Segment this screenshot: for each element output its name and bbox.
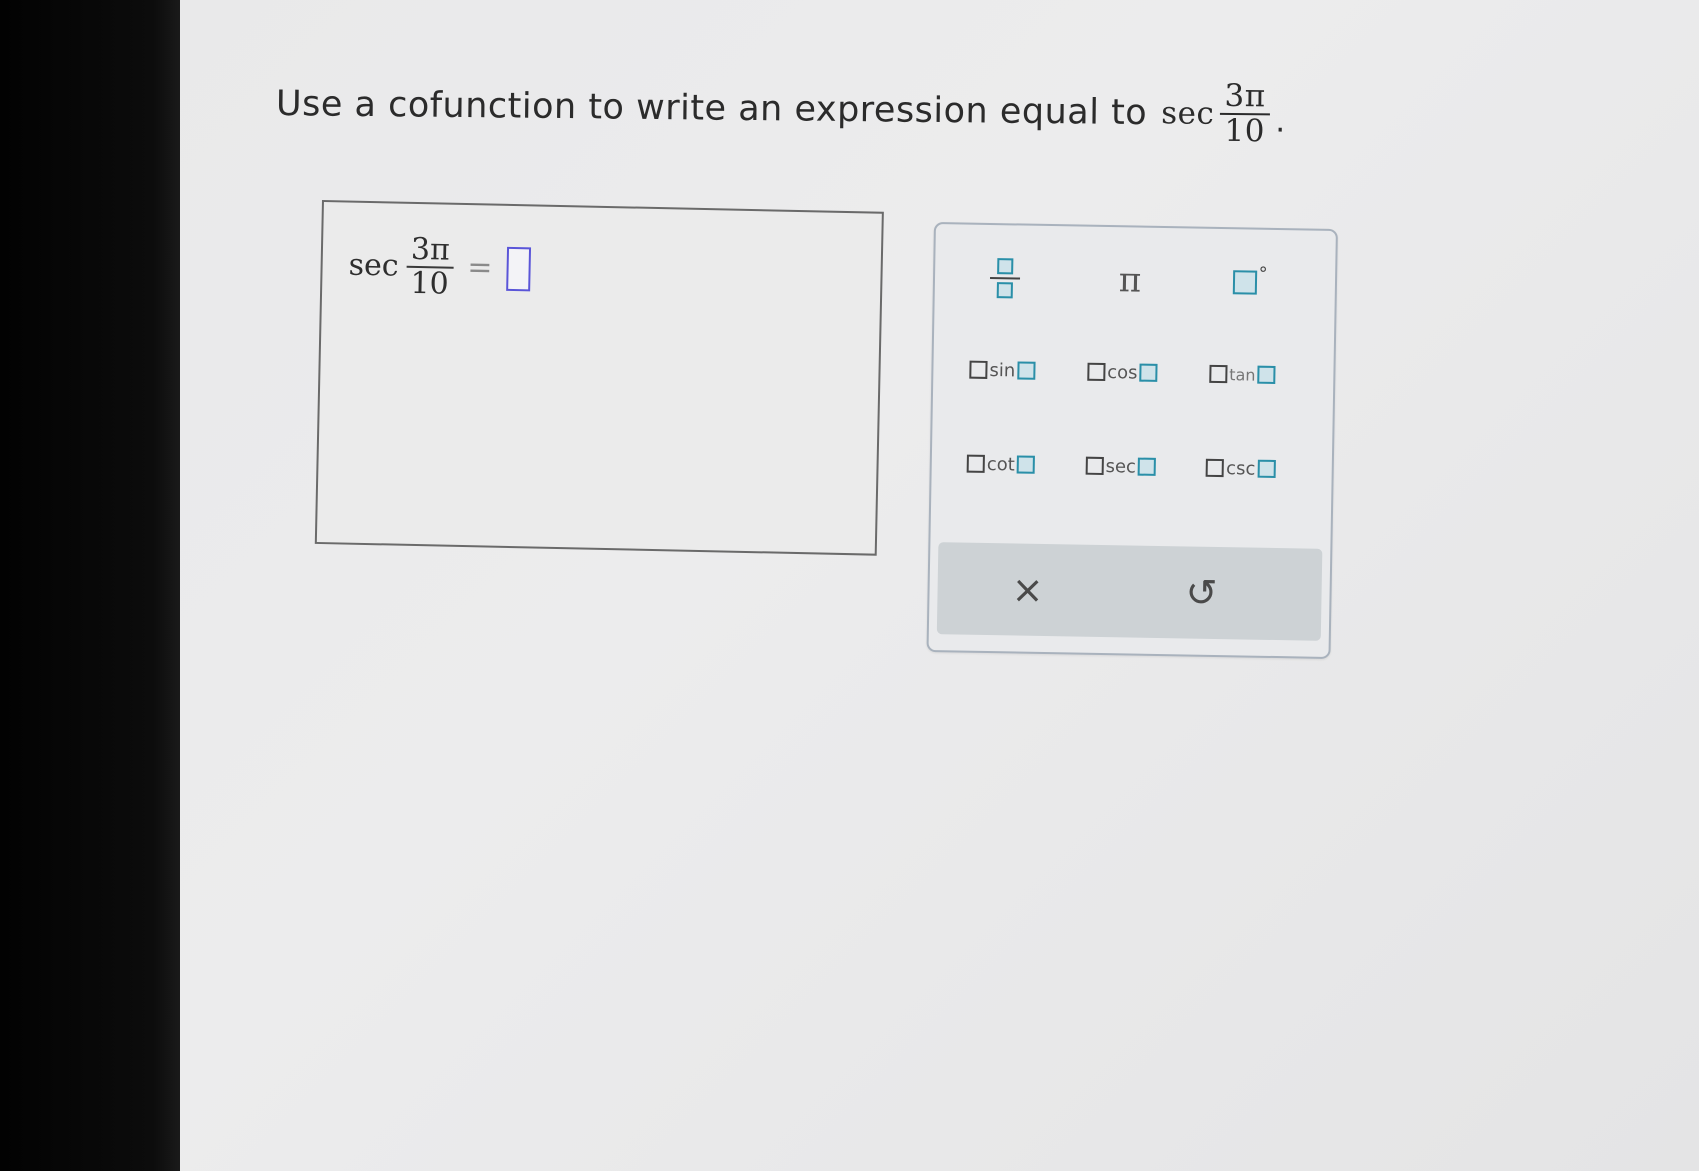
- undo-icon: ↺: [1185, 570, 1218, 616]
- exponent-slot-icon: [1017, 361, 1036, 380]
- undo-button[interactable]: ↺: [1151, 552, 1252, 634]
- answer-expression: sec 3π 10 =: [348, 231, 531, 302]
- fraction-button[interactable]: [964, 243, 1045, 314]
- cot-button[interactable]: cot: [945, 436, 1056, 492]
- question-fraction: 3π 10: [1220, 77, 1270, 149]
- pi-button[interactable]: π: [1084, 245, 1175, 317]
- cos-label: cos: [1107, 361, 1138, 384]
- tan-button[interactable]: tan: [1187, 346, 1298, 402]
- answer-box[interactable]: sec 3π 10 =: [314, 200, 884, 556]
- cot-label: cot: [986, 453, 1015, 475]
- answer-input[interactable]: [506, 246, 531, 291]
- sec-label: sec: [1105, 455, 1137, 478]
- exponent-slot-icon: [1257, 365, 1276, 384]
- question-period: .: [1275, 103, 1286, 140]
- exponent-slot-icon: [1016, 455, 1035, 474]
- math-keypad: π ° sin cos tan cot sec csc × ↺: [926, 222, 1338, 659]
- sec-button[interactable]: sec: [1065, 438, 1176, 494]
- answer-numerator: 3π: [410, 231, 451, 268]
- clear-button[interactable]: ×: [977, 549, 1078, 631]
- numerator-slot-icon: [997, 258, 1014, 275]
- answer-denominator: 10: [410, 265, 450, 302]
- argument-slot-icon: [1085, 456, 1104, 475]
- answer-fraction: 3π 10: [406, 231, 454, 302]
- answer-func: sec: [348, 247, 399, 284]
- exponent-slot-icon: [1139, 363, 1158, 382]
- close-icon: ×: [1011, 567, 1044, 612]
- sin-button[interactable]: sin: [947, 342, 1058, 398]
- degree-button[interactable]: °: [1204, 247, 1295, 319]
- question-func: sec: [1161, 94, 1215, 132]
- question-text: Use a cofunction to write an expression …: [275, 83, 1148, 133]
- degree-symbol: °: [1258, 263, 1268, 285]
- exponent-slot-icon: [1137, 457, 1157, 476]
- monitor-bezel: [0, 0, 180, 1171]
- argument-slot-icon: [1209, 364, 1228, 384]
- argument-slot-icon: [966, 454, 985, 473]
- screen: Use a cofunction to write an expression …: [180, 0, 1699, 1171]
- tan-label: tan: [1229, 364, 1256, 385]
- argument-slot-icon: [1206, 458, 1225, 478]
- fraction-bar-icon: [990, 276, 1021, 280]
- keypad-action-bar: × ↺: [936, 542, 1323, 641]
- csc-label: csc: [1225, 457, 1256, 480]
- degree-slot-icon: [1232, 270, 1257, 295]
- csc-button[interactable]: csc: [1185, 440, 1296, 496]
- sin-label: sin: [989, 359, 1016, 381]
- denominator-slot-icon: [996, 282, 1013, 299]
- exponent-slot-icon: [1257, 459, 1276, 478]
- argument-slot-icon: [969, 360, 988, 379]
- question-denominator: 10: [1224, 112, 1266, 149]
- equals-sign: =: [467, 250, 493, 286]
- cos-button[interactable]: cos: [1067, 344, 1178, 400]
- argument-slot-icon: [1087, 362, 1106, 382]
- question-prompt: Use a cofunction to write an expression …: [275, 70, 1287, 149]
- question-numerator: 3π: [1224, 77, 1266, 115]
